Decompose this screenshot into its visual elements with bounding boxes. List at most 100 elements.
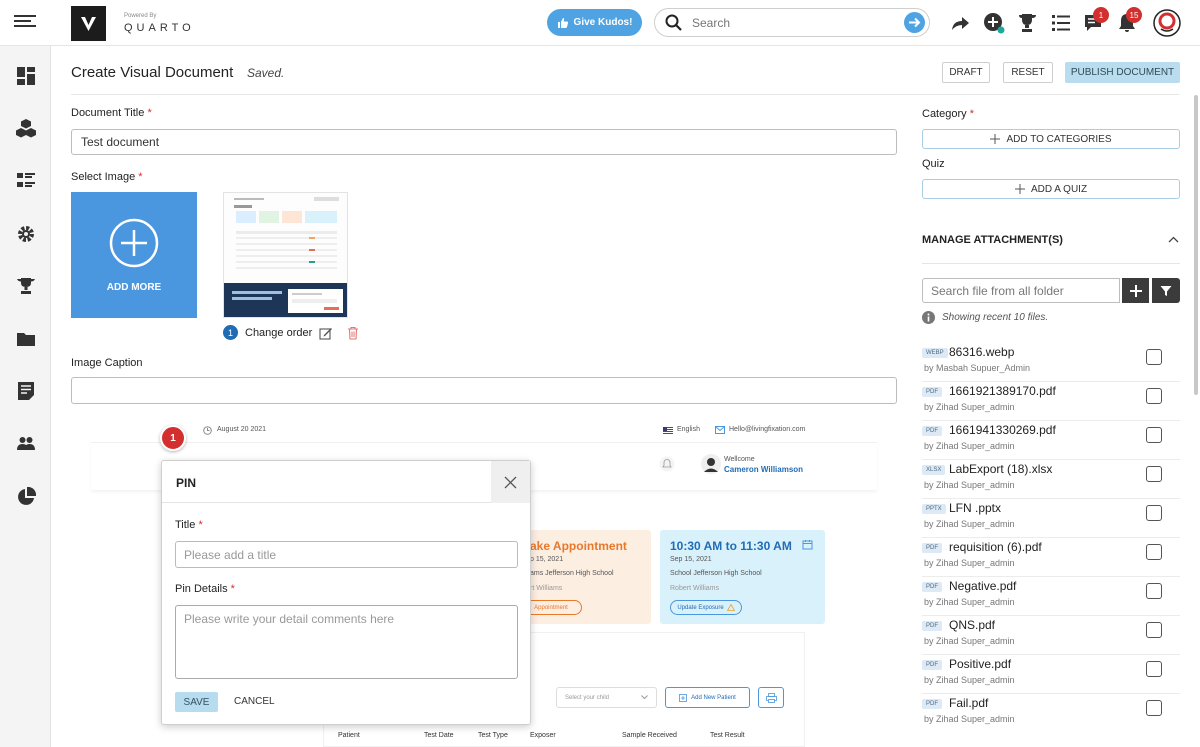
give-kudos-button[interactable]: Give Kudos! (547, 9, 642, 36)
pie-chart-icon[interactable] (16, 487, 36, 507)
arrow-right-icon (909, 17, 921, 28)
image-caption-label: Image Caption (71, 357, 143, 369)
file-name[interactable]: requisition (6).pdf (949, 540, 1042, 554)
publish-document-button[interactable]: PUBLISH DOCUMENT (1065, 62, 1180, 83)
preview-card1-date: p 15, 2021 (530, 556, 564, 563)
file-name[interactable]: 1661941330269.pdf (949, 423, 1056, 437)
file-name[interactable]: Positive.pdf (949, 657, 1011, 671)
document-title-input[interactable]: Test document (71, 129, 897, 155)
pin-title-input[interactable] (175, 541, 518, 568)
add-more-label: ADD MORE (106, 282, 162, 293)
preview-chevron-down-icon (641, 695, 648, 700)
pin-details-label: Pin Details * (175, 583, 235, 595)
add-circle-icon[interactable] (983, 12, 1005, 34)
file-row[interactable]: PPTX LFN .pptx by Zihad Super_admin (922, 500, 1180, 538)
change-order-link[interactable]: Change order (245, 327, 312, 339)
pin-marker[interactable]: 1 (160, 425, 186, 451)
attachment-search-input[interactable]: Search file from all folder (922, 278, 1120, 303)
document-icon[interactable] (16, 381, 36, 401)
file-checkbox[interactable] (1146, 700, 1162, 716)
trophy-icon[interactable] (1016, 12, 1038, 34)
users-icon[interactable] (16, 434, 36, 454)
pin-title-label: Title * (175, 519, 203, 531)
search-submit-button[interactable] (904, 12, 925, 33)
file-row[interactable]: PDF Positive.pdf by Zihad Super_admin (922, 656, 1180, 694)
file-author: by Masbah Supuer_Admin (924, 363, 1031, 373)
file-checkbox[interactable] (1146, 544, 1162, 560)
file-row[interactable]: XLSX LabExport (18).xlsx by Zihad Super_… (922, 461, 1180, 499)
attachment-filter-button[interactable] (1152, 278, 1180, 303)
folder-icon[interactable] (16, 329, 36, 349)
avatar[interactable] (1153, 9, 1181, 37)
file-checkbox[interactable] (1146, 505, 1162, 521)
file-row[interactable]: PDF Negative.pdf by Zihad Super_admin (922, 578, 1180, 616)
file-author: by Zihad Super_admin (924, 558, 1015, 568)
list-icon[interactable] (1050, 12, 1072, 34)
file-author: by Zihad Super_admin (924, 714, 1015, 724)
file-type-badge: PDF (922, 426, 942, 436)
page-scrollbar[interactable] (1194, 95, 1198, 395)
draft-button[interactable]: DRAFT (942, 62, 990, 83)
file-name[interactable]: Fail.pdf (949, 696, 988, 710)
file-checkbox[interactable] (1146, 427, 1162, 443)
plus-icon (990, 134, 1001, 144)
file-type-badge: PDF (922, 621, 942, 631)
file-checkbox[interactable] (1146, 349, 1162, 365)
file-name[interactable]: LabExport (18).xlsx (949, 462, 1052, 476)
filter-icon (1160, 285, 1172, 296)
preview-card2-date: Sep 15, 2021 (670, 556, 712, 563)
add-to-categories-label: ADD TO CATEGORIES (1006, 133, 1112, 145)
pin-modal-close-button[interactable] (491, 461, 530, 503)
file-checkbox[interactable] (1146, 388, 1162, 404)
pin-save-button[interactable]: SAVE (175, 692, 218, 712)
calendar-icon (802, 540, 813, 550)
share-icon[interactable] (949, 12, 971, 34)
file-name[interactable]: QNS.pdf (949, 618, 995, 632)
file-name[interactable]: 1661921389170.pdf (949, 384, 1056, 398)
file-checkbox[interactable] (1146, 661, 1162, 677)
gear-icon[interactable] (16, 224, 36, 244)
file-row[interactable]: PDF 1661921389170.pdf by Zihad Super_adm… (922, 383, 1180, 421)
pin-details-textarea[interactable] (175, 605, 518, 679)
mail-icon (715, 426, 725, 434)
file-name[interactable]: Negative.pdf (949, 579, 1016, 593)
preview-email: Hello@livingfixation.com (729, 426, 806, 433)
file-type-badge: XLSX (922, 465, 946, 475)
attachment-add-button[interactable] (1122, 278, 1149, 303)
file-name[interactable]: LFN .pptx (949, 501, 1001, 515)
menu-icon[interactable] (14, 12, 36, 32)
chevron-up-icon[interactable] (1168, 236, 1179, 243)
brand-logo[interactable] (71, 6, 106, 41)
preview-card2-title: 10:30 AM to 11:30 AM (670, 539, 792, 553)
preview-card2-button: Update Exposure (670, 600, 742, 615)
file-checkbox[interactable] (1146, 622, 1162, 638)
file-type-badge: WEBP (922, 348, 948, 358)
reset-button[interactable]: RESET (1003, 62, 1053, 83)
file-author: by Zihad Super_admin (924, 402, 1015, 412)
preview-plus-icon (679, 693, 688, 702)
file-checkbox[interactable] (1146, 466, 1162, 482)
dashboard-icon[interactable] (16, 66, 36, 86)
trash-icon[interactable] (346, 326, 360, 340)
image-caption-input[interactable] (71, 377, 897, 404)
list-details-icon[interactable] (16, 171, 36, 191)
file-row[interactable]: PDF 1661941330269.pdf by Zihad Super_adm… (922, 422, 1180, 460)
file-checkbox[interactable] (1146, 583, 1162, 599)
add-to-categories-button[interactable]: ADD TO CATEGORIES (922, 129, 1180, 149)
cubes-icon[interactable] (16, 118, 36, 138)
file-name[interactable]: 86316.webp (949, 345, 1014, 359)
global-search-input[interactable] (692, 15, 892, 30)
file-row[interactable]: WEBP 86316.webp by Masbah Supuer_Admin (922, 344, 1180, 382)
add-more-image-button[interactable]: ADD MORE (71, 192, 197, 318)
category-label: Category * (922, 108, 974, 120)
warning-icon (726, 604, 735, 611)
add-quiz-button[interactable]: ADD A QUIZ (922, 179, 1180, 199)
file-row[interactable]: PDF QNS.pdf by Zihad Super_admin (922, 617, 1180, 655)
file-row[interactable]: PDF requisition (6).pdf by Zihad Super_a… (922, 539, 1180, 577)
edit-icon[interactable] (319, 326, 333, 340)
trophy-icon[interactable] (16, 276, 36, 296)
printer-icon (765, 692, 777, 703)
pin-cancel-button[interactable]: CANCEL (234, 696, 275, 707)
file-row[interactable]: PDF Fail.pdf by Zihad Super_admin (922, 695, 1180, 733)
image-thumbnail[interactable] (223, 192, 348, 318)
